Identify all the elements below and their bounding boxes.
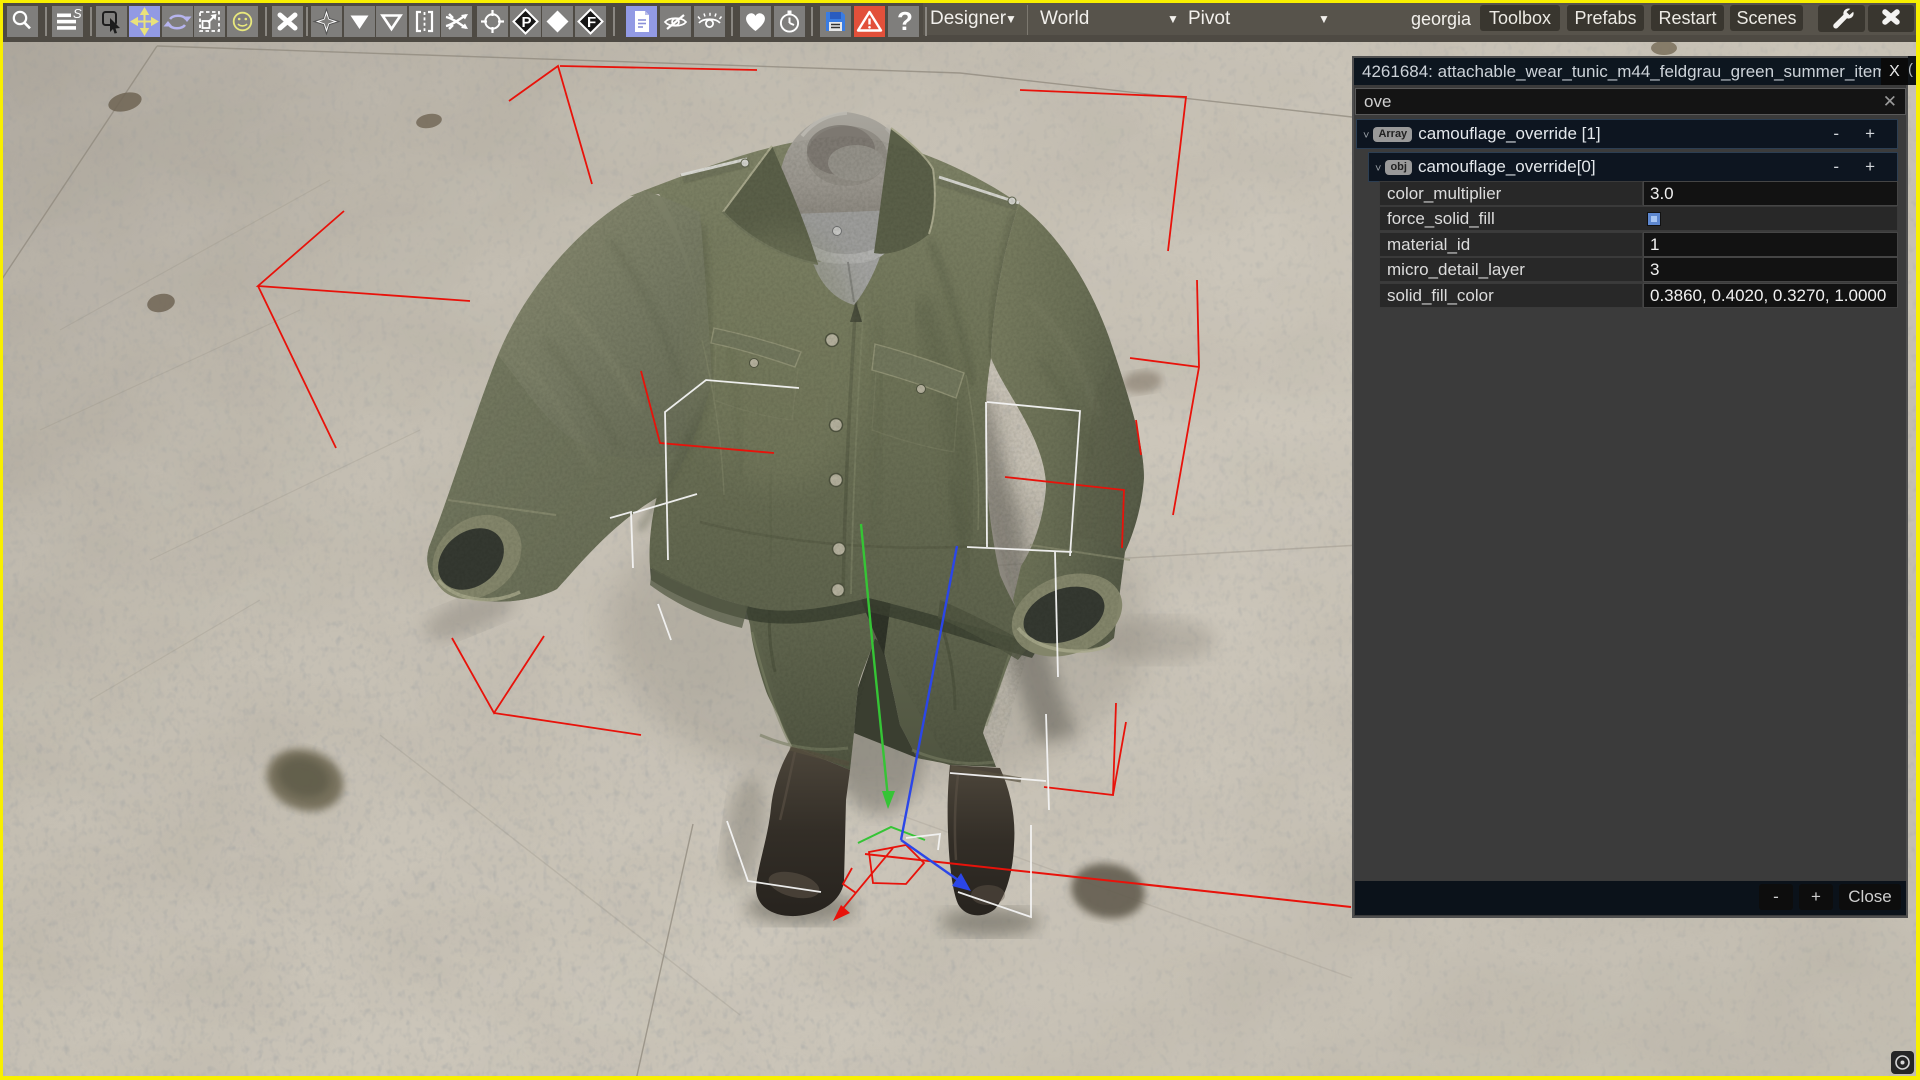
svg-text:?: ?: [897, 6, 913, 36]
svg-text:F: F: [587, 14, 596, 31]
svg-text:S: S: [73, 6, 82, 21]
svg-text:P: P: [522, 14, 532, 31]
